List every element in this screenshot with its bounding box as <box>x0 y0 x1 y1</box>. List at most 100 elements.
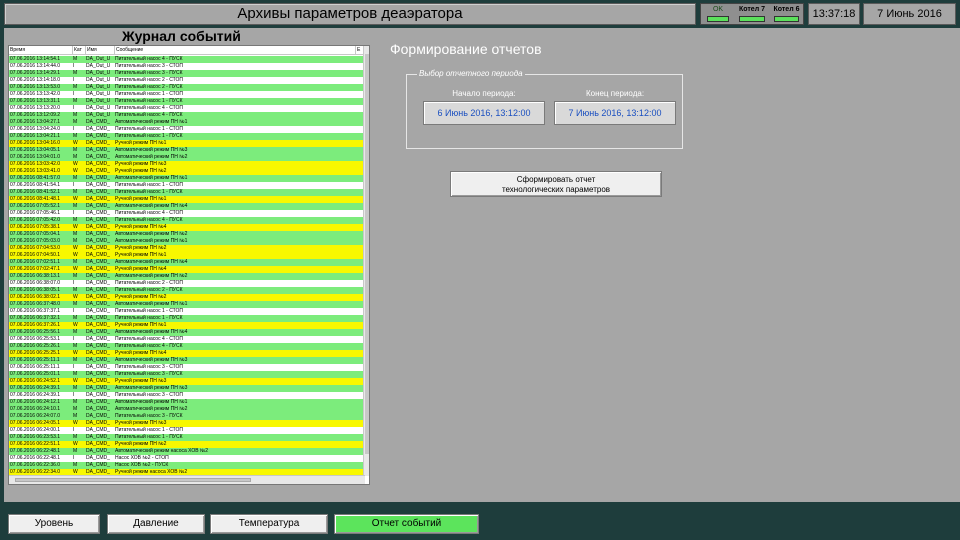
table-row[interactable]: 07.06.2016 07:05:38.1 W DA_CMD_ Ручной режи… <box>9 224 365 231</box>
cell-time: 07.06.2016 06:25:25.1 <box>10 350 61 356</box>
table-row[interactable]: 07.06.2016 07:04:53.0 W DA_CMD_ Ручной режи… <box>9 245 365 252</box>
table-row[interactable]: 07.06.2016 07:05:04.1 M DA_CMD_ Автоматичес… <box>9 231 365 238</box>
table-row[interactable]: 07.06.2016 06:24:12.1 M DA_CMD_ Автоматичес… <box>9 399 365 406</box>
table-row[interactable]: 07.06.2016 06:25:11.1 M DA_CMD_ Автоматичес… <box>9 357 365 364</box>
cell-name: DA_CMD_ <box>86 343 110 349</box>
table-row[interactable]: 07.06.2016 13:03:41.0 W DA_CMD_ Ручной режи… <box>9 168 365 175</box>
cell-category: M <box>73 357 78 363</box>
table-row[interactable]: 07.06.2016 06:22:51.1 W DA_CMD_ Ручной режи… <box>9 441 365 448</box>
nav-temperature-button[interactable]: Температура <box>210 514 328 534</box>
col-header-name[interactable]: Имя <box>86 46 115 55</box>
table-row[interactable]: 07.06.2016 06:25:26.1 M DA_CMD_ Питательный… <box>9 343 365 350</box>
cell-category: W <box>73 252 78 258</box>
nav-pressure-button[interactable]: Давление <box>107 514 205 534</box>
table-row[interactable]: 07.06.2016 13:13:53.0 M DA_Out_U Питательны… <box>9 84 365 91</box>
table-row[interactable]: 07.06.2016 07:02:47.1 W DA_CMD_ Ручной режи… <box>9 266 365 273</box>
table-row[interactable]: 07.06.2016 06:22:48.1 I DA_CMD_ Насос ХОВ №… <box>9 455 365 462</box>
table-row[interactable]: 07.06.2016 06:37:32.1 M DA_CMD_ Питательный… <box>9 315 365 322</box>
table-row[interactable]: 07.06.2016 06:24:39.1 M DA_CMD_ Автоматичес… <box>9 385 365 392</box>
table-row[interactable]: 07.06.2016 06:25:11.1 I DA_CMD_ Питательный… <box>9 364 365 371</box>
vertical-scroll-thumb[interactable] <box>365 54 369 454</box>
cell-name: DA_CMD_ <box>86 126 110 132</box>
table-row[interactable]: 07.06.2016 08:41:54.1 I DA_CMD_ Питательный… <box>9 182 365 189</box>
table-row[interactable]: 07.06.2016 13:14:54.1 M DA_Out_U Питательны… <box>9 56 365 63</box>
cell-category: W <box>73 294 78 300</box>
table-row[interactable]: 07.06.2016 07:04:50.1 W DA_CMD_ Ручной режи… <box>9 252 365 259</box>
table-row[interactable]: 07.06.2016 13:14:18.0 I DA_Out_U Питательны… <box>9 77 365 84</box>
table-row[interactable]: 07.06.2016 06:24:07.0 M DA_CMD_ Питательный… <box>9 413 365 420</box>
nav-level-button[interactable]: Уровень <box>8 514 100 534</box>
table-row[interactable]: 07.06.2016 13:04:21.1 M DA_CMD_ Питательный… <box>9 133 365 140</box>
cell-message: Насос ХОВ №2 - ПУСК <box>115 462 169 468</box>
col-header-time[interactable]: Время <box>9 46 73 55</box>
table-row[interactable]: 07.06.2016 08:41:52.1 M DA_CMD_ Питательный… <box>9 189 365 196</box>
horizontal-scroll-thumb[interactable] <box>15 478 251 482</box>
horizontal-scrollbar[interactable] <box>9 475 365 484</box>
cell-category: M <box>73 98 78 104</box>
cell-category: M <box>73 385 78 391</box>
col-header-message[interactable]: Сообщение <box>115 46 356 55</box>
start-period-field[interactable]: 6 Июнь 2016, 13:12:00 <box>423 101 545 125</box>
table-row[interactable]: 07.06.2016 07:05:46.1 I DA_CMD_ Питательный… <box>9 210 365 217</box>
col-header-category[interactable]: Кат <box>73 46 86 55</box>
table-row[interactable]: 07.06.2016 13:12:09.2 M DA_Out_U Питательны… <box>9 112 365 119</box>
table-row[interactable]: 07.06.2016 06:25:25.1 W DA_CMD_ Ручной режи… <box>9 350 365 357</box>
table-row[interactable]: 07.06.2016 13:04:27.1 M DA_CMD_ Автоматичес… <box>9 119 365 126</box>
table-row[interactable]: 07.06.2016 06:25:53.1 I DA_CMD_ Питательный… <box>9 336 365 343</box>
table-row[interactable]: 07.06.2016 06:38:07.0 I DA_CMD_ Питательный… <box>9 280 365 287</box>
table-row[interactable]: 07.06.2016 06:24:05.1 W DA_CMD_ Ручной режи… <box>9 420 365 427</box>
table-row[interactable]: 07.06.2016 13:14:44.0 I DA_Out_U Питательны… <box>9 63 365 70</box>
table-row[interactable]: 07.06.2016 07:05:52.1 M DA_CMD_ Автоматичес… <box>9 203 365 210</box>
table-row[interactable]: 07.06.2016 06:22:36.0 M DA_CMD_ Насос ХОВ №… <box>9 462 365 469</box>
table-row[interactable]: 07.06.2016 13:13:31.1 M DA_Out_U Питательны… <box>9 98 365 105</box>
cell-message: Автоматический режим ПН №1 <box>115 301 188 307</box>
cell-message: Питательный насос 3 - СТОП <box>115 63 183 69</box>
vertical-scrollbar[interactable] <box>363 46 369 476</box>
table-row[interactable]: 07.06.2016 08:41:57.0 M DA_CMD_ Автоматичес… <box>9 175 365 182</box>
cell-category: M <box>73 217 78 223</box>
table-row[interactable]: 07.06.2016 08:41:48.1 W DA_CMD_ Ручной режи… <box>9 196 365 203</box>
table-row[interactable]: 07.06.2016 13:14:29.1 M DA_Out_U Питательны… <box>9 70 365 77</box>
table-row[interactable]: 07.06.2016 06:24:00.1 I DA_CMD_ Питательный… <box>9 427 365 434</box>
table-row[interactable]: 07.06.2016 06:38:02.1 W DA_CMD_ Ручной режи… <box>9 294 365 301</box>
table-row[interactable]: 07.06.2016 13:04:01.0 M DA_CMD_ Автоматичес… <box>9 154 365 161</box>
cell-category: M <box>73 56 78 62</box>
cell-time: 07.06.2016 13:14:44.0 <box>10 63 61 69</box>
cell-category: M <box>73 70 78 76</box>
cell-message: Автоматический режим ПН №3 <box>115 385 188 391</box>
table-row[interactable]: 07.06.2016 07:05:42.0 M DA_CMD_ Питательный… <box>9 217 365 224</box>
table-row[interactable]: 07.06.2016 06:25:01.1 M DA_CMD_ Питательный… <box>9 371 365 378</box>
cell-time: 07.06.2016 13:04:27.1 <box>10 119 61 125</box>
nav-events-report-button[interactable]: Отчет событий <box>334 514 479 534</box>
table-row[interactable]: 07.06.2016 07:05:03.0 M DA_CMD_ Автоматичес… <box>9 238 365 245</box>
table-row[interactable]: 07.06.2016 13:13:20.0 I DA_Out_U Питательны… <box>9 105 365 112</box>
table-row[interactable]: 07.06.2016 06:38:05.1 M DA_CMD_ Питательный… <box>9 287 365 294</box>
table-row[interactable]: 07.06.2016 06:37:48.0 M DA_CMD_ Автоматичес… <box>9 301 365 308</box>
status-boiler7-label: Котел 7 <box>739 6 765 13</box>
cell-time: 07.06.2016 06:38:05.1 <box>10 287 61 293</box>
cell-category: M <box>73 287 78 293</box>
clock-time: 13:37:18 <box>808 3 860 25</box>
clock-date: 7 Июнь 2016 <box>863 3 956 25</box>
table-row[interactable]: 07.06.2016 06:24:10.1 M DA_CMD_ Автоматичес… <box>9 406 365 413</box>
event-journal-table[interactable]: Время Кат Имя Сообщение E 07.06.2016 13:… <box>8 45 370 485</box>
table-row[interactable]: 07.06.2016 13:04:16.0 W DA_CMD_ Ручной режи… <box>9 140 365 147</box>
table-row[interactable]: 07.06.2016 06:24:52.1 W DA_CMD_ Ручной режи… <box>9 378 365 385</box>
table-row[interactable]: 07.06.2016 13:03:42.0 W DA_CMD_ Ручной режи… <box>9 161 365 168</box>
table-row[interactable]: 07.06.2016 06:37:37.1 I DA_CMD_ Питательный… <box>9 308 365 315</box>
table-row[interactable]: 07.06.2016 13:13:42.0 I DA_Out_U Питательны… <box>9 91 365 98</box>
table-row[interactable]: 07.06.2016 06:24:39.1 I DA_CMD_ Питательный… <box>9 392 365 399</box>
table-row[interactable]: 07.06.2016 13:04:24.0 I DA_CMD_ Питательный… <box>9 126 365 133</box>
cell-time: 07.06.2016 06:22:48.1 <box>10 448 61 454</box>
table-row[interactable]: 07.06.2016 06:38:13.1 M DA_CMD_ Автоматичес… <box>9 273 365 280</box>
cell-message: Питательный насос 1 - ПУСК <box>115 434 183 440</box>
table-row[interactable]: 07.06.2016 06:22:48.1 M DA_CMD_ Автоматичес… <box>9 448 365 455</box>
table-row[interactable]: 07.06.2016 06:25:56.1 M DA_CMD_ Автоматичес… <box>9 329 365 336</box>
table-row[interactable]: 07.06.2016 06:37:26.1 W DA_CMD_ Ручной режи… <box>9 322 365 329</box>
generate-report-button[interactable]: Сформировать отчет технологических парам… <box>450 171 662 197</box>
table-row[interactable]: 07.06.2016 07:02:51.1 M DA_CMD_ Автоматичес… <box>9 259 365 266</box>
table-row[interactable]: 07.06.2016 06:23:53.1 M DA_CMD_ Питательный… <box>9 434 365 441</box>
table-row[interactable]: 07.06.2016 13:04:05.1 M DA_CMD_ Автоматичес… <box>9 147 365 154</box>
end-period-field[interactable]: 7 Июнь 2016, 13:12:00 <box>554 101 676 125</box>
cell-message: Автоматический режим ПН №3 <box>115 147 188 153</box>
